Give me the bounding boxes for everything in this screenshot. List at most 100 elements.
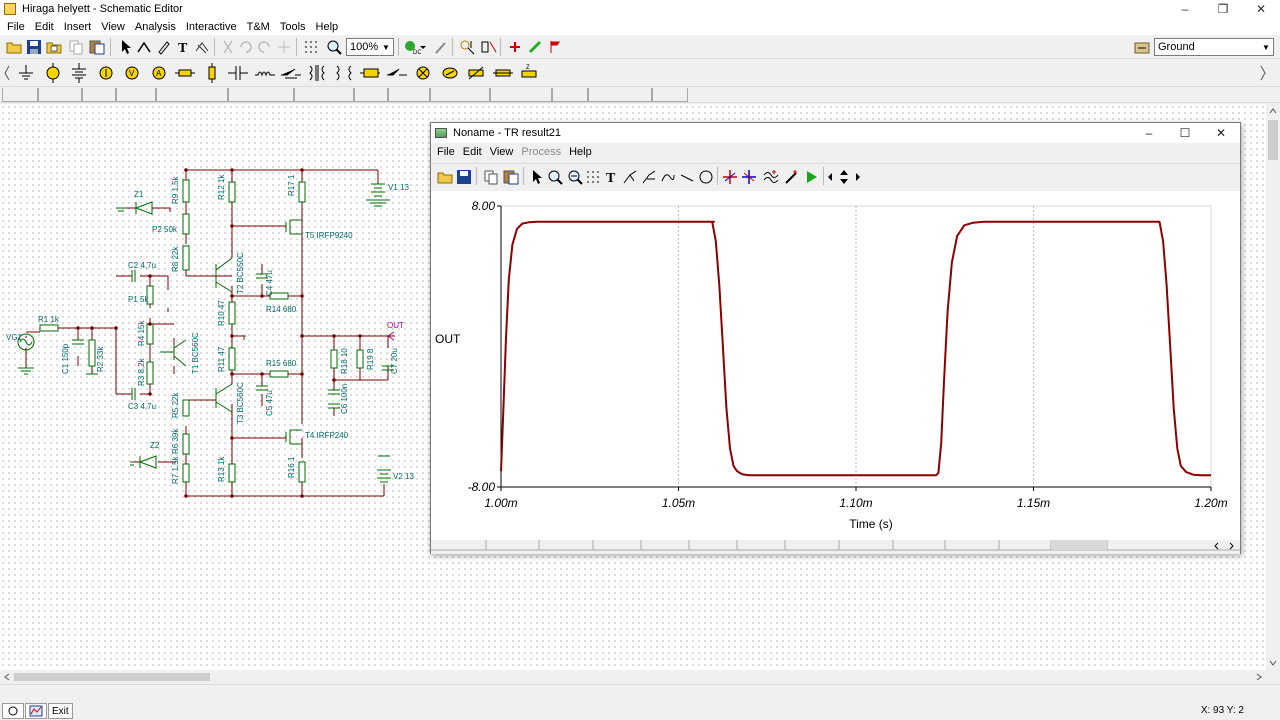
transformer-2-icon[interactable] [334,63,354,83]
lamp-icon[interactable] [413,63,433,83]
relay-icon[interactable] [360,63,380,83]
save-icon[interactable] [24,37,44,57]
potentiometer-icon[interactable] [466,63,486,83]
p2-potentiometer[interactable] [182,213,190,235]
result-menu-edit[interactable]: Edit [459,146,486,158]
palette-scroll-left-icon[interactable] [2,63,12,83]
move-icon[interactable] [274,37,294,57]
diode-icon[interactable] [387,63,407,83]
undo-icon[interactable] [236,37,256,57]
schematic-tab[interactable] [2,703,24,719]
r9-resistor[interactable] [182,179,190,203]
inductor-icon[interactable] [255,63,275,83]
palette-tab-3[interactable] [82,88,116,102]
close-button[interactable]: ✕ [1242,0,1280,18]
grid-icon[interactable] [301,37,321,57]
menu-file[interactable]: File [2,21,30,33]
result-close-button[interactable]: ✕ [1203,123,1239,143]
result-cursor-a-icon[interactable] [720,167,740,187]
result-open-icon[interactable] [435,167,455,187]
layer-icon[interactable] [1132,37,1152,57]
text-icon[interactable]: T [173,37,193,57]
r16-resistor[interactable] [298,461,306,483]
marker-icon[interactable] [505,37,525,57]
zoom-icon[interactable] [324,37,344,57]
r15-resistor[interactable] [269,370,289,378]
result-scroll-thumb[interactable] [1051,540,1107,550]
result-text-icon[interactable]: T [601,167,621,187]
fuse-icon[interactable] [493,63,513,83]
result-select-icon[interactable] [527,167,547,187]
r18-resistor[interactable] [330,349,338,369]
meter-icon[interactable] [440,63,460,83]
palette-tab-12[interactable] [552,88,588,102]
wire-icon[interactable] [134,37,154,57]
horizontal-scrollbar[interactable] [0,670,1266,684]
ammeter-icon[interactable]: A [149,63,169,83]
palette-tab-1[interactable] [2,88,38,102]
result-maximize-button[interactable]: ☐ [1167,123,1203,143]
select-arrow-icon[interactable] [116,37,136,57]
menu-interactive[interactable]: Interactive [181,21,242,33]
current-source-icon[interactable] [96,63,116,83]
scroll-right-icon[interactable] [1255,673,1263,681]
r1-resistor[interactable] [39,324,59,332]
palette-tab-14[interactable] [652,88,688,102]
battery-icon[interactable] [69,63,89,83]
r13-resistor[interactable] [228,463,236,483]
r2-resistor[interactable] [88,339,96,367]
scroll-down-icon[interactable] [1269,659,1277,667]
result-copy-icon[interactable] [481,167,501,187]
palette-tab-5[interactable] [156,88,228,102]
vertical-scroll-thumb[interactable] [1268,120,1278,160]
result-run-icon[interactable] [801,167,821,187]
palette-tab-11[interactable] [490,88,552,102]
flag-icon[interactable] [545,37,565,57]
result-zoom-out-icon[interactable] [565,167,585,187]
pencil-icon[interactable] [154,37,174,57]
menu-view[interactable]: View [96,21,130,33]
vertical-resistor-icon[interactable] [202,63,222,83]
palette-tab-10[interactable] [430,88,490,102]
r19-resistor[interactable] [356,349,364,369]
palette-tab-7[interactable] [294,88,354,102]
chart-area[interactable]: 1.00m 1.05m 1.10m 1.15m 1.20m 8.00 -8.00 OUT T… [431,191,1240,540]
transformer-icon[interactable] [307,63,327,83]
probe-icon[interactable] [431,37,451,57]
result-paste-icon[interactable] [501,167,521,187]
result-curve-tool-1-icon[interactable] [620,167,640,187]
r8-resistor[interactable] [182,245,190,271]
r7-resistor[interactable] [182,463,190,483]
palette-tab-13[interactable] [588,88,652,102]
menu-tools[interactable]: Tools [275,21,311,33]
result-menu-process[interactable]: Process [517,146,565,158]
menu-help[interactable]: Help [311,21,344,33]
palette-tab-8[interactable] [354,88,388,102]
open-project-icon[interactable] [44,37,64,57]
minimize-button[interactable]: – [1166,0,1204,18]
result-menu-help[interactable]: Help [565,146,596,158]
palette-tab-6[interactable] [228,88,294,102]
zoom-select[interactable]: 100% ▼ [346,38,394,56]
component-tool-2-icon[interactable] [479,37,499,57]
r17-resistor[interactable] [298,181,306,203]
result-line-icon[interactable] [677,167,697,187]
horizontal-scroll-thumb[interactable] [14,673,210,681]
result-minimize-button[interactable]: – [1131,123,1167,143]
result-curve-tool-2-icon[interactable] [639,167,659,187]
r5-resistor[interactable] [182,399,190,417]
palette-tab-2[interactable] [38,88,82,102]
result-step-updown-icon[interactable] [837,167,851,187]
result-zoom-in-icon[interactable] [545,167,565,187]
result-wave-tool-icon[interactable] [761,167,781,187]
dc-dropdown-icon[interactable] [418,37,428,57]
palette-tab-4[interactable] [116,88,156,102]
result-grid-icon[interactable] [583,167,603,187]
ground-component-icon[interactable] [16,63,36,83]
capacitor-icon[interactable] [228,63,248,83]
cut-icon[interactable] [218,37,238,57]
result-scroll-arrows-icon[interactable] [1214,542,1234,550]
result-circle-icon[interactable] [696,167,716,187]
vertical-scrollbar[interactable] [1266,104,1280,670]
r6-resistor[interactable] [182,433,190,455]
